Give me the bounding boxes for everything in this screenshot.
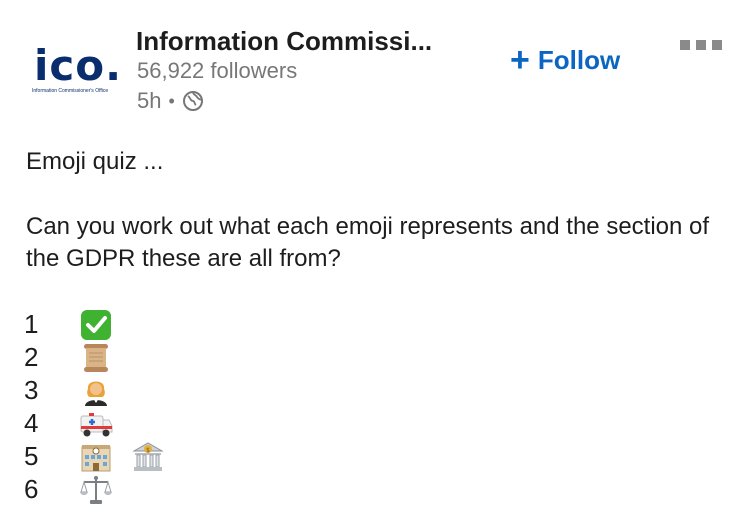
logo-text: ico.	[34, 41, 123, 90]
list-item: 5 $	[24, 440, 168, 473]
emoji-list: 1 2 3 4 5 $ 6	[24, 308, 168, 506]
more-horizontal-icon[interactable]	[680, 40, 726, 52]
post-text-line1: Emoji quiz ...	[26, 148, 164, 175]
scroll-emoji-icon	[76, 342, 116, 374]
meta-separator: •	[168, 91, 175, 111]
judge-emoji-icon	[76, 375, 116, 407]
item-number: 4	[24, 408, 39, 438]
list-item: 2	[24, 341, 168, 374]
item-number: 2	[24, 342, 39, 372]
balance-scale-emoji-icon	[76, 474, 116, 506]
item-number: 3	[24, 375, 39, 405]
svg-text:$: $	[146, 447, 150, 454]
globe-icon	[182, 90, 204, 112]
follow-label: Follow	[537, 44, 621, 75]
list-item: 1	[24, 308, 168, 341]
post-time: 5h	[137, 88, 162, 113]
follower-count: 56,922 followers	[137, 58, 298, 83]
item-number: 5	[24, 441, 39, 471]
company-logo[interactable]: ico. Information Commissioner's Office	[28, 42, 122, 98]
plus-icon: +	[510, 41, 530, 79]
author-name[interactable]: Information Commissi...	[136, 26, 432, 56]
list-item: 4	[24, 407, 168, 440]
post-meta: 5h •	[137, 88, 204, 114]
check-mark-button-emoji-icon	[76, 309, 116, 341]
list-item: 6	[24, 473, 168, 506]
bank-emoji-icon: $	[128, 441, 168, 473]
ambulance-emoji-icon	[76, 408, 116, 440]
list-item: 3	[24, 374, 168, 407]
item-number: 6	[24, 474, 39, 504]
logo-subtext: Information Commissioner's Office	[32, 88, 109, 94]
post-text-line2: Can you work out what each emoji represe…	[26, 213, 710, 272]
item-number: 1	[24, 309, 39, 339]
post-header: ico. Information Commissioner's Office I…	[0, 0, 750, 130]
follow-button[interactable]: + Follow	[510, 42, 620, 78]
office-building-emoji-icon	[76, 441, 116, 473]
